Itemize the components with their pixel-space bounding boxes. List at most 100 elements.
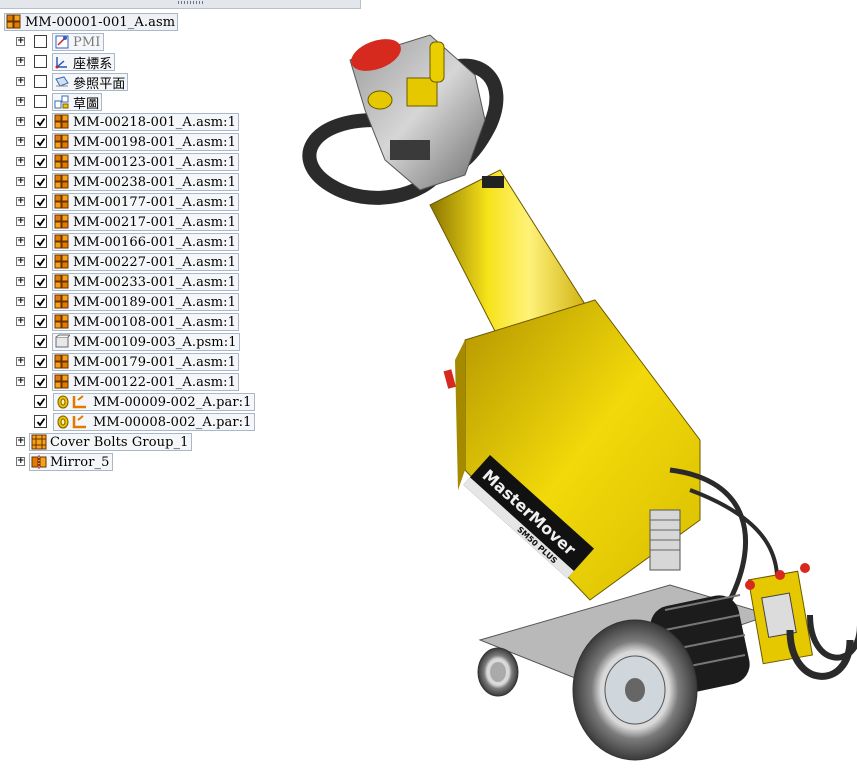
tree-node-pmi[interactable]: PMI [52, 33, 104, 51]
visibility-checkbox[interactable] [34, 335, 47, 348]
expand-icon[interactable]: + [16, 357, 25, 366]
mastermover-3d-model: MasterMover SM50 PLUS [302, 34, 857, 761]
tree-node-label: 參照平面 [73, 76, 126, 92]
expand-icon[interactable]: + [16, 297, 25, 306]
model-viewport[interactable]: MasterMover SM50 PLUS [250, 0, 857, 777]
tree-node-label: MM-00166-001_A.asm:1 [73, 234, 236, 250]
tree-node-mm-00218-001-a-asm-1[interactable]: MM-00218-001_A.asm:1 [52, 113, 239, 131]
visibility-checkbox[interactable] [34, 295, 47, 308]
tree-node-mm-00233-001-a-asm-1[interactable]: MM-00233-001_A.asm:1 [52, 273, 239, 291]
visibility-checkbox[interactable] [34, 55, 47, 68]
assembly-icon [54, 274, 70, 290]
assembly-icon [54, 214, 70, 230]
checkmark-icon [36, 357, 46, 367]
tree-node-mm-00122-001-a-asm-1[interactable]: MM-00122-001_A.asm:1 [52, 373, 239, 391]
tree-node-label: MM-00198-001_A.asm:1 [73, 134, 236, 150]
expand-icon[interactable]: + [16, 37, 25, 46]
tree-node-label: MM-00233-001_A.asm:1 [73, 274, 236, 290]
tree-node-label: MM-00179-001_A.asm:1 [73, 354, 236, 370]
visibility-checkbox[interactable] [34, 175, 47, 188]
tree-node-label: 座標系 [73, 56, 113, 72]
expand-icon[interactable]: + [16, 57, 25, 66]
tree-node-mm-00189-001-a-asm-1[interactable]: MM-00189-001_A.asm:1 [52, 293, 239, 311]
visibility-checkbox[interactable] [34, 195, 47, 208]
tree-node-mm-00108-001-a-asm-1[interactable]: MM-00108-001_A.asm:1 [52, 313, 239, 331]
tree-node-mm-00217-001-a-asm-1[interactable]: MM-00217-001_A.asm:1 [52, 213, 239, 231]
visibility-checkbox[interactable] [34, 255, 47, 268]
expand-icon[interactable]: + [16, 437, 25, 446]
checkmark-icon [36, 277, 46, 287]
sketch-icon [54, 94, 70, 110]
expand-icon[interactable]: + [16, 257, 25, 266]
tree-node-mm-00238-001-a-asm-1[interactable]: MM-00238-001_A.asm:1 [52, 173, 239, 191]
tree-node-mm-00177-001-a-asm-1[interactable]: MM-00177-001_A.asm:1 [52, 193, 239, 211]
visibility-checkbox[interactable] [34, 355, 47, 368]
tree-node-label: MM-00217-001_A.asm:1 [73, 214, 236, 230]
assembly-icon [54, 134, 70, 150]
visibility-checkbox[interactable] [34, 315, 47, 328]
part-link-icon [71, 414, 89, 430]
expand-icon[interactable]: + [16, 157, 25, 166]
tree-node-item-2[interactable]: 參照平面 [52, 73, 129, 92]
tree-node-mm-00123-001-a-asm-1[interactable]: MM-00123-001_A.asm:1 [52, 153, 239, 171]
assembly-icon [54, 314, 70, 330]
expand-icon[interactable]: + [16, 117, 25, 126]
expand-icon[interactable]: + [16, 457, 25, 466]
expand-icon[interactable]: + [16, 137, 25, 146]
expand-icon[interactable]: + [16, 217, 25, 226]
visibility-checkbox[interactable] [34, 215, 47, 228]
assembly-icon [54, 174, 70, 190]
pmi-icon [54, 34, 70, 50]
pattern-group-icon [31, 434, 47, 450]
visibility-checkbox[interactable] [34, 275, 47, 288]
assembly-icon [54, 374, 70, 390]
tree-node-label: MM-00001-001_A.asm [25, 14, 176, 30]
tree-node-mm-00179-001-a-asm-1[interactable]: MM-00179-001_A.asm:1 [52, 353, 239, 371]
visibility-checkbox[interactable] [34, 235, 47, 248]
tree-node-label: MM-00123-001_A.asm:1 [73, 154, 236, 170]
tree-node-item-1[interactable]: 座標系 [52, 53, 116, 72]
tree-node-mm-00198-001-a-asm-1[interactable]: MM-00198-001_A.asm:1 [52, 133, 239, 151]
checkmark-icon [36, 177, 46, 187]
visibility-checkbox[interactable] [34, 135, 47, 148]
visibility-checkbox[interactable] [34, 395, 47, 408]
checkmark-icon [36, 417, 46, 427]
assembly-icon [6, 14, 22, 30]
expand-icon[interactable]: + [16, 197, 25, 206]
checkmark-icon [36, 397, 46, 407]
tree-node-label: MM-00177-001_A.asm:1 [73, 194, 236, 210]
tree-node-mm-00227-001-a-asm-1[interactable]: MM-00227-001_A.asm:1 [52, 253, 239, 271]
expand-icon[interactable]: + [16, 97, 25, 106]
checkmark-icon [36, 317, 46, 327]
tree-node-item-3[interactable]: 草圖 [52, 93, 103, 112]
tree-node-mm-00166-001-a-asm-1[interactable]: MM-00166-001_A.asm:1 [52, 233, 239, 251]
visibility-checkbox[interactable] [34, 35, 47, 48]
expand-icon[interactable]: + [16, 77, 25, 86]
coordinate-system-icon [54, 54, 70, 70]
tree-node-root[interactable]: MM-00001-001_A.asm [4, 13, 179, 31]
checkmark-icon [36, 157, 46, 167]
tree-node-label: MM-00008-002_A.par:1 [93, 414, 252, 430]
visibility-checkbox[interactable] [34, 115, 47, 128]
visibility-checkbox[interactable] [34, 375, 47, 388]
expand-icon[interactable]: + [16, 237, 25, 246]
tree-node-mirror-5[interactable]: Mirror_5 [29, 453, 113, 471]
visibility-checkbox[interactable] [34, 95, 47, 108]
checkmark-icon [36, 237, 46, 247]
checkmark-icon [36, 297, 46, 307]
expand-icon[interactable]: + [16, 177, 25, 186]
visibility-checkbox[interactable] [34, 155, 47, 168]
checkmark-icon [36, 197, 46, 207]
visibility-checkbox[interactable] [34, 75, 47, 88]
visibility-checkbox[interactable] [34, 415, 47, 428]
tree-node-label: MM-00122-001_A.asm:1 [73, 374, 236, 390]
expand-icon[interactable]: + [16, 377, 25, 386]
tree-node-cover-bolts-group-1[interactable]: Cover Bolts Group_1 [29, 433, 192, 451]
tree-node-mm-00009-002-a-par-1[interactable]: MM-00009-002_A.par:1 [53, 393, 255, 411]
expand-icon[interactable]: + [16, 277, 25, 286]
tree-node-label: MM-00109-003_A.psm:1 [73, 334, 237, 350]
expand-icon[interactable]: + [16, 317, 25, 326]
checkmark-icon [36, 337, 46, 347]
tree-node-mm-00109-003-a-psm-1[interactable]: MM-00109-003_A.psm:1 [52, 333, 240, 351]
tree-node-mm-00008-002-a-par-1[interactable]: MM-00008-002_A.par:1 [53, 413, 255, 431]
